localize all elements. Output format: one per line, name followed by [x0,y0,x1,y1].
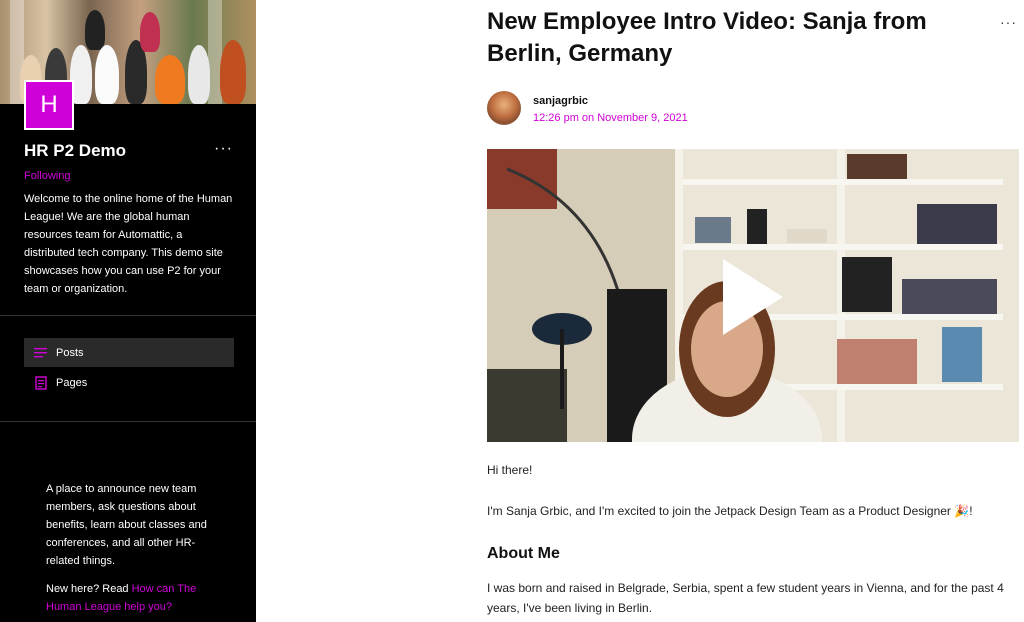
header-person [95,45,119,104]
post-paragraph: I'm Sanja Grbic, and I'm excited to join… [487,504,973,518]
page-icon [34,375,48,390]
header-person [85,10,105,50]
site-menu-ellipsis-icon[interactable]: ··· [214,140,233,158]
following-button[interactable]: Following [24,170,70,182]
new-here-prefix: New here? Read [46,583,132,595]
post-paragraph: Hi there! [487,463,533,477]
sidebar-about-text: A place to announce new team members, as… [46,483,207,567]
sidebar-item-label: Pages [56,376,88,389]
section-heading: About Me [487,545,560,562]
sidebar: H HR P2 Demo ··· Following Welcome to th… [0,0,256,622]
list-icon [34,346,48,360]
header-person [140,12,160,52]
header-person [155,55,185,104]
play-icon[interactable] [723,259,783,340]
video-player[interactable] [487,149,1019,442]
sidebar-item-posts[interactable]: Posts [24,338,234,367]
post-paragraph: I was born and raised in Belgrade, Serbi… [487,581,1004,615]
post-menu-ellipsis-icon[interactable]: ··· [1000,14,1017,30]
sidebar-divider [0,315,256,316]
new-here-text: New here? Read How can The Human League … [46,580,216,616]
post-author[interactable]: sanjagrbic [533,95,588,107]
sidebar-nav: Posts Pages [24,338,234,398]
site-logo-letter: H [40,91,58,118]
post-date[interactable]: 12:26 pm on November 9, 2021 [533,112,688,124]
header-person [220,40,246,104]
avatar[interactable] [487,91,521,125]
header-person [188,45,210,104]
sidebar-item-pages[interactable]: Pages [24,368,234,397]
post-title: New Employee Intro Video: Sanja from Ber… [487,8,927,67]
site-title[interactable]: HR P2 Demo [24,141,126,161]
main-content: New Employee Intro Video: Sanja from Ber… [256,0,1024,622]
sidebar-divider [0,421,256,422]
site-logo[interactable]: H [24,80,74,130]
site-description: Welcome to the online home of the Human … [24,193,233,295]
sidebar-item-label: Posts [56,346,84,359]
